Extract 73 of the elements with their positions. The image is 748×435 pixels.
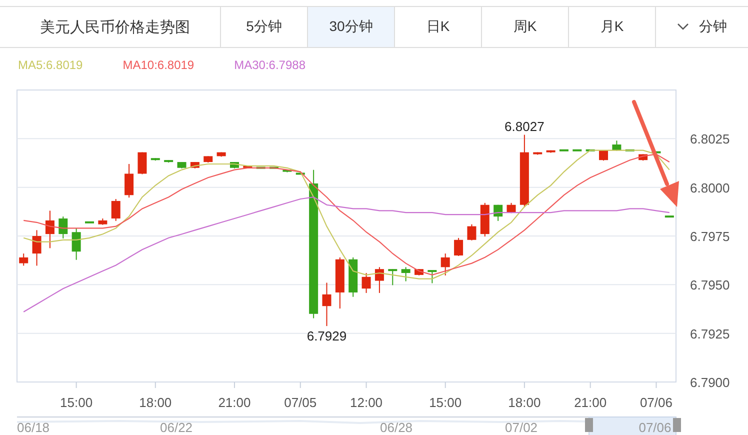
candlestick [414,268,424,276]
candlestick [270,166,279,169]
navigator-handle[interactable] [585,418,593,432]
candlestick [428,270,437,284]
candlestick [138,152,147,175]
candlestick [32,230,42,266]
navigator-date-label: 07/06 [638,420,672,435]
candlestick [599,150,608,162]
candlestick [335,256,344,310]
legend-label: MA5:6.8019 [18,58,83,74]
candlestick [230,162,239,169]
candlestick [480,202,490,237]
x-axis-label: 15:00 [60,395,93,410]
candlestick [124,163,134,198]
navigator-date-label: 06/22 [160,420,193,435]
candlestick [150,158,160,162]
candlestick [58,216,68,239]
x-axis-label: 07/06 [640,395,673,410]
candlestick [190,162,200,169]
x-axis-label: 21:00 [574,395,607,410]
candlestick [322,282,332,327]
x-axis-label: 21:00 [218,395,251,410]
candlestick [533,152,542,156]
candlestick [652,151,661,154]
candlestick [72,228,81,260]
y-axis-label: 6.7975 [690,229,730,244]
candlestick [98,218,108,226]
candlestick [612,140,622,152]
candlestick [296,172,305,175]
candlestick [164,160,174,164]
candlestick [440,253,450,276]
candlestick [282,169,292,173]
candlestick [204,156,213,164]
chevron-down-icon [677,23,689,31]
candlestick [625,149,634,152]
candlestick [362,272,371,294]
y-axis-label: 6.7900 [690,375,730,390]
candlestick [216,152,226,158]
navigator-date-label: 07/02 [505,420,538,435]
candlestick [374,266,384,294]
candlestick [243,165,252,169]
candlestick [388,268,398,286]
x-axis-label: 15:00 [429,395,462,410]
navigator-handle[interactable] [673,418,681,432]
candlestick [348,256,358,298]
candlestick [494,204,503,222]
candlestick [401,266,410,282]
y-axis-label: 6.8000 [690,180,730,196]
y-axis-label: 6.7950 [690,278,730,293]
y-axis-label: 6.7925 [690,326,730,342]
x-axis-label: 18:00 [139,395,172,410]
legend-label: MA30:6.7988 [234,58,306,74]
candlestick [177,162,186,169]
candlestick [45,210,54,249]
candlestick [454,237,464,256]
x-axis-label: 18:00 [508,395,541,410]
x-axis-label: 12:00 [350,395,383,410]
y-axis-label: 6.8025 [690,132,730,147]
price-annotation: 6.8027 [504,118,544,134]
navigator-date-label: 06/18 [17,420,50,435]
candlestick [85,221,94,224]
candlestick [467,224,476,241]
candlestick [19,253,28,266]
candlestick [506,202,516,214]
candlestick [256,166,266,169]
x-axis-label: 07/05 [284,395,317,410]
candlestick [111,198,120,222]
price-annotation: 6.7929 [306,328,347,344]
navigator-date-label: 06/28 [380,420,413,435]
legend-label: MA10:6.8019 [122,58,194,74]
candlestick [664,216,674,218]
period-tab[interactable]: 30分钟 [308,7,395,47]
candlestick [546,150,556,154]
